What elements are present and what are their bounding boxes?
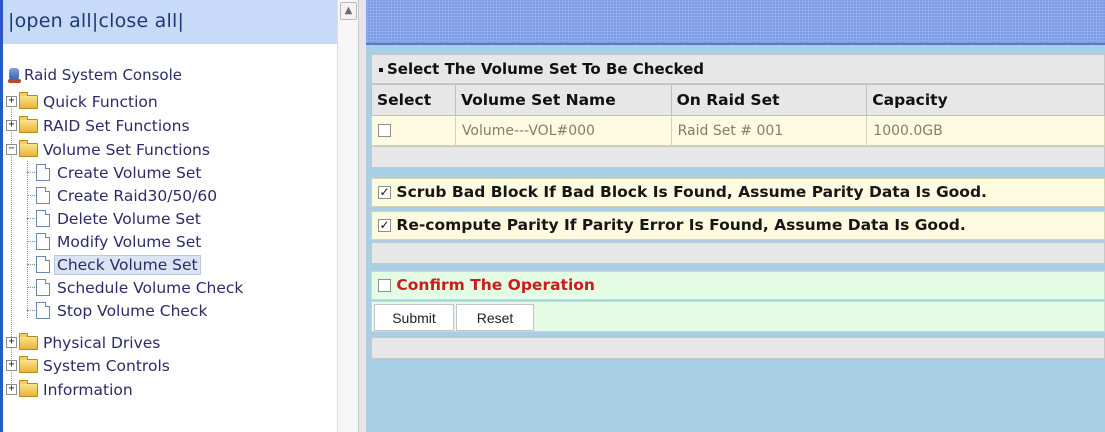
tree-item-label-selected: Check Volume Set: [54, 254, 201, 275]
page-icon: [36, 210, 50, 227]
expand-icon[interactable]: +: [6, 96, 17, 107]
separator-bar: [371, 242, 1105, 264]
confirm-operation-row: Confirm The Operation: [371, 271, 1105, 300]
tree-item-label: Schedule Volume Check: [57, 278, 244, 297]
page-icon: [36, 187, 50, 204]
tree-item-quick-function[interactable]: + Quick Function: [6, 90, 158, 113]
page-icon: [36, 164, 50, 181]
expand-icon[interactable]: +: [6, 120, 17, 131]
content-top-banner: [366, 0, 1105, 45]
tree-connector: [27, 218, 35, 219]
tree-item-label: Create Raid30/50/60: [57, 186, 218, 205]
folder-icon: [19, 332, 38, 350]
tree-item-label: Quick Function: [43, 92, 158, 111]
tree-item-information[interactable]: + Information: [6, 378, 133, 401]
open-folder-icon: [19, 139, 38, 157]
volume-select-checkbox[interactable]: [378, 124, 391, 137]
volume-name-cell: Volume---VOL#000: [454, 115, 672, 146]
option-scrub-bad-block: ✓ Scrub Bad Block If Bad Block Is Found,…: [371, 178, 1105, 207]
tree-item-create-raid30-50-60[interactable]: Create Raid30/50/60: [36, 184, 217, 207]
tree-item-volume-set-functions[interactable]: − Volume Set Functions: [6, 138, 210, 161]
section-title-text: Select The Volume Set To Be Checked: [387, 60, 705, 78]
close-all-link[interactable]: close all: [98, 10, 177, 32]
tree-item-schedule-volume-check[interactable]: Schedule Volume Check: [36, 276, 243, 299]
tree-item-physical-drives[interactable]: + Physical Drives: [6, 331, 160, 354]
tree-item-modify-volume-set[interactable]: Modify Volume Set: [36, 230, 201, 253]
tree-item-label: Physical Drives: [43, 333, 161, 352]
tree-item-check-volume-set[interactable]: Check Volume Set: [36, 253, 201, 276]
confirm-operation-checkbox[interactable]: [378, 279, 391, 292]
tree-item-label: Modify Volume Set: [57, 232, 202, 251]
tree-connector: [27, 161, 28, 318]
bullet-icon: [379, 67, 383, 72]
tree-item-label: Information: [43, 380, 133, 399]
check-volume-set-form: Select The Volume Set To Be Checked Sele…: [371, 54, 1105, 368]
tree-item-label: RAID Set Functions: [43, 116, 190, 135]
tree-item-raid-set-functions[interactable]: + RAID Set Functions: [6, 114, 190, 137]
tree-item-stop-volume-check[interactable]: Stop Volume Check: [36, 299, 207, 322]
expand-icon[interactable]: +: [6, 360, 17, 371]
separator-bar: [371, 146, 1105, 168]
volume-set-table: Select Volume Set Name On Raid Set Capac…: [371, 84, 1105, 146]
column-header: Select: [371, 84, 456, 116]
open-all-link[interactable]: open all: [15, 10, 92, 32]
tree-item-system-controls[interactable]: + System Controls: [6, 354, 170, 377]
scrub-bad-block-checkbox[interactable]: ✓: [378, 186, 391, 199]
tree-item-label: Volume Set Functions: [43, 140, 210, 159]
navigation-frame: |open all|close all| Raid System Console…: [0, 0, 358, 432]
recompute-parity-checkbox[interactable]: ✓: [378, 219, 391, 232]
option-label: Scrub Bad Block If Bad Block Is Found, A…: [396, 183, 987, 201]
submit-button[interactable]: Submit: [374, 304, 454, 331]
section-title: Select The Volume Set To Be Checked: [371, 54, 1105, 84]
table-header-row: Select Volume Set Name On Raid Set Capac…: [371, 84, 1105, 116]
page-icon: [36, 233, 50, 250]
folder-icon: [19, 355, 38, 373]
tree-item-delete-volume-set[interactable]: Delete Volume Set: [36, 207, 201, 230]
confirm-operation-label: Confirm The Operation: [396, 276, 595, 294]
select-cell: [371, 115, 456, 146]
tree-root[interactable]: Raid System Console: [8, 66, 182, 84]
raid-set-cell: Raid Set # 001: [670, 115, 868, 146]
column-header: Capacity: [866, 84, 1105, 116]
tree-connector: [27, 195, 35, 196]
form-buttons-row: Submit Reset: [371, 301, 1105, 332]
tree-item-create-volume-set[interactable]: Create Volume Set: [36, 161, 201, 184]
option-recompute-parity: ✓ Re-compute Parity If Parity Error Is F…: [371, 211, 1105, 240]
expand-icon[interactable]: +: [6, 337, 17, 348]
tree-header: |open all|close all|: [3, 0, 337, 45]
tree-connector: [27, 172, 35, 173]
column-header: On Raid Set: [670, 84, 868, 116]
separator: |: [177, 10, 185, 32]
tree-connector: [27, 264, 35, 265]
tree-expand-links: |open all|close all|: [8, 10, 184, 32]
table-row: Volume---VOL#000 Raid Set # 001 1000.0GB: [371, 115, 1105, 146]
tree-connector: [27, 310, 35, 311]
tree-connector: [27, 241, 35, 242]
column-header: Volume Set Name: [454, 84, 672, 116]
expand-icon[interactable]: +: [6, 384, 17, 395]
tree-item-label: Stop Volume Check: [57, 301, 208, 320]
folder-icon: [19, 115, 38, 133]
content-frame: Select The Volume Set To Be Checked Sele…: [366, 0, 1105, 432]
tree-root-label: Raid System Console: [24, 66, 182, 84]
separator: |: [8, 10, 15, 32]
tree-item-label: Create Volume Set: [57, 163, 202, 182]
scroll-up-arrow-icon[interactable]: ▲: [340, 2, 357, 20]
folder-icon: [19, 91, 38, 109]
page-icon: [36, 256, 50, 273]
tree-connector: [27, 287, 35, 288]
page-icon: [36, 279, 50, 296]
navigation-tree: Raid System Console + Quick Function + R…: [3, 44, 337, 432]
console-computer-icon: [8, 67, 21, 83]
capacity-cell: 1000.0GB: [866, 115, 1105, 146]
tree-item-label: Delete Volume Set: [57, 209, 201, 228]
tree-item-label: System Controls: [43, 356, 170, 375]
vertical-scrollbar[interactable]: ▲: [337, 0, 358, 432]
folder-icon: [19, 379, 38, 397]
option-label: Re-compute Parity If Parity Error Is Fou…: [396, 216, 966, 234]
collapse-icon[interactable]: −: [6, 144, 17, 155]
page-icon: [36, 302, 50, 319]
separator-bar: [371, 337, 1105, 359]
reset-button[interactable]: Reset: [456, 304, 534, 331]
